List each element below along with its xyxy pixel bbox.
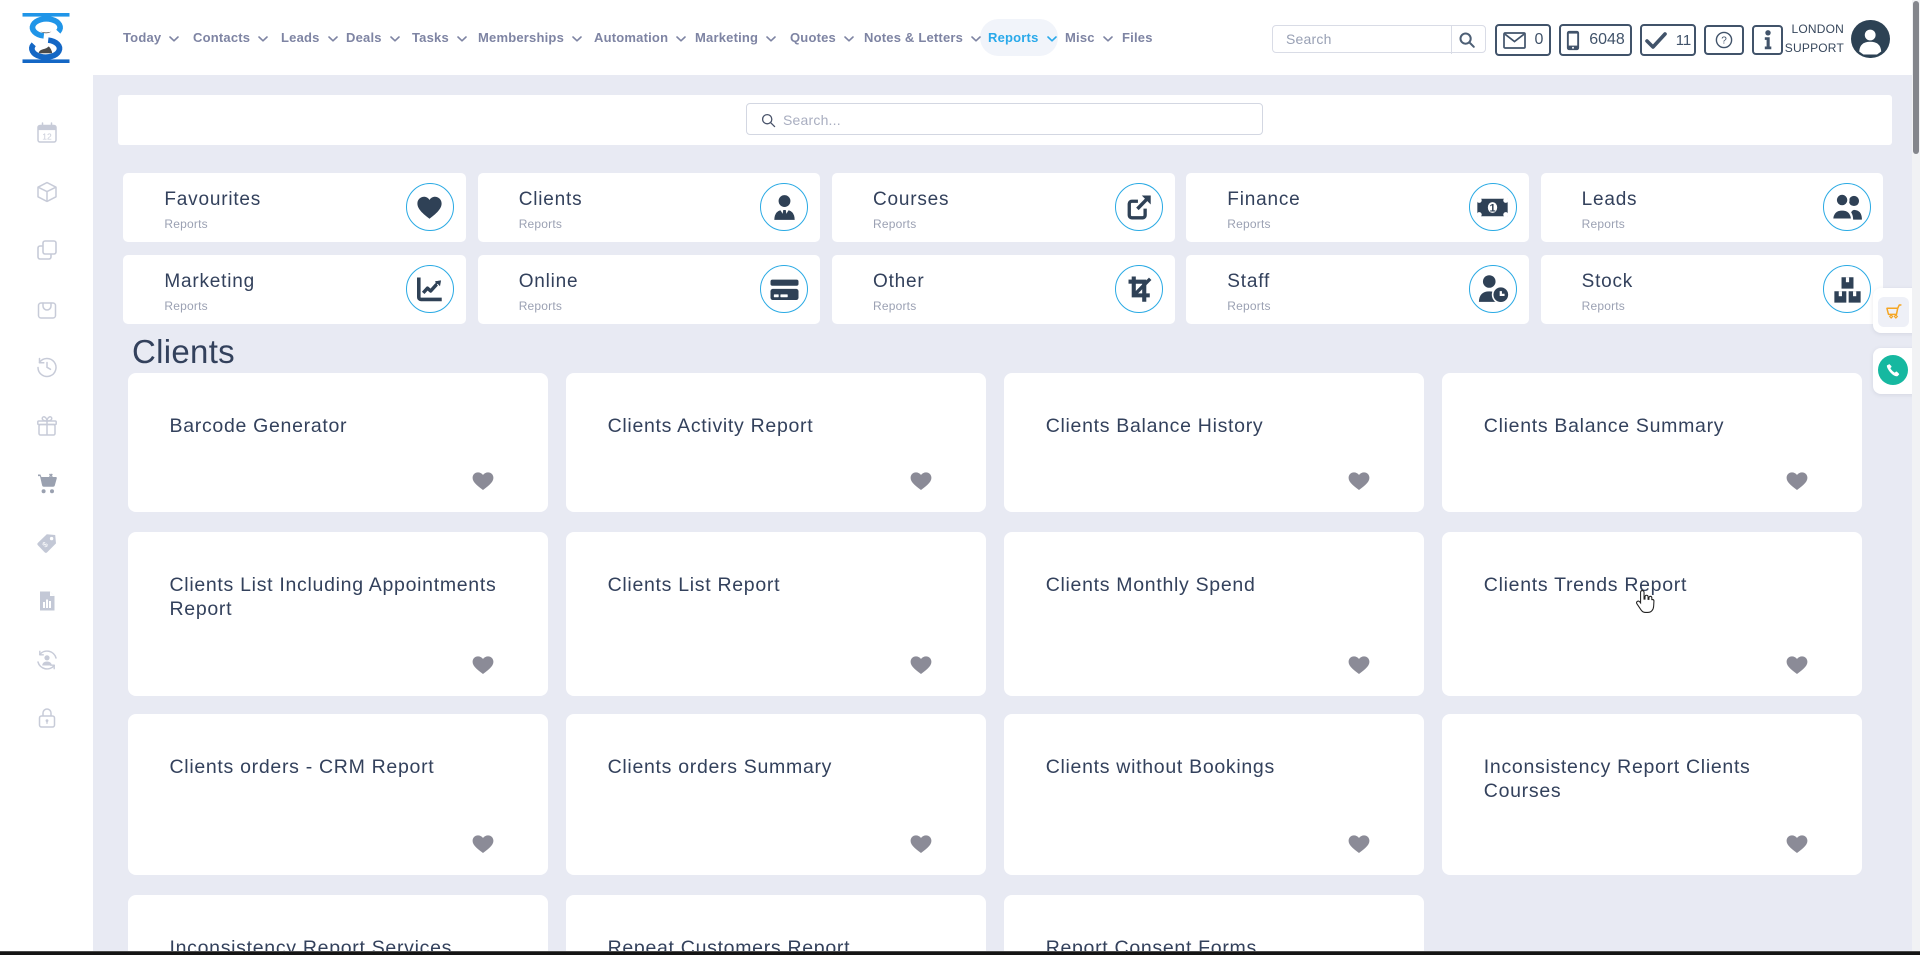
svg-text:12: 12 [42, 132, 52, 142]
svg-text:1: 1 [1490, 202, 1496, 214]
svg-text:?: ? [1721, 35, 1727, 46]
